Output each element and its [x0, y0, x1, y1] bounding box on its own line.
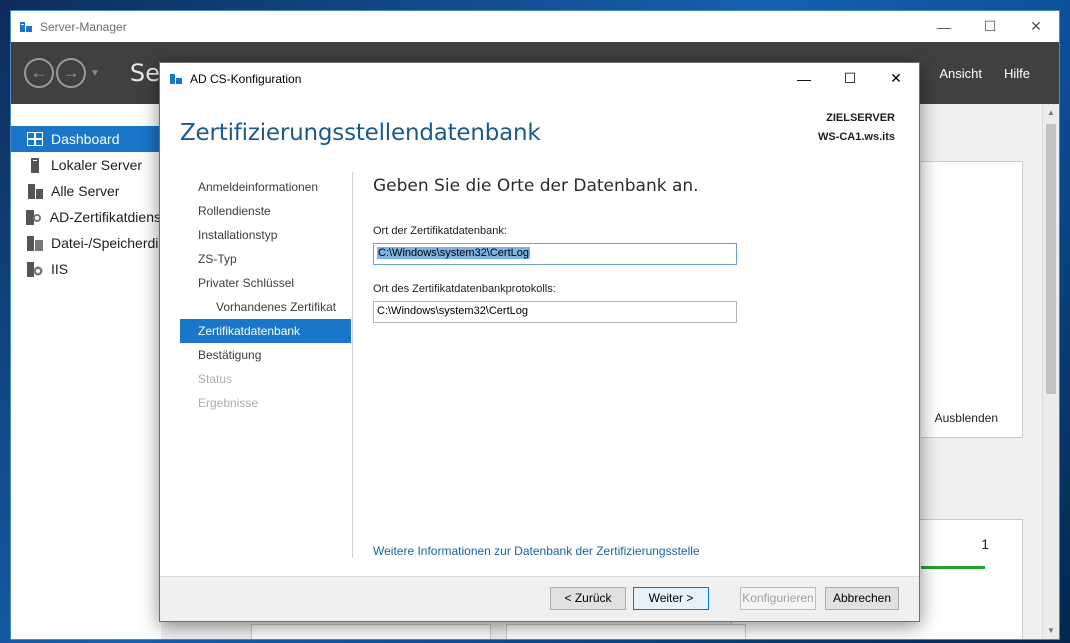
- step-confirmation[interactable]: Bestätigung: [180, 343, 351, 367]
- scroll-up-icon[interactable]: ▲: [1043, 104, 1059, 121]
- adcs-app-icon: [170, 73, 182, 84]
- sidebar-item-label: Lokaler Server: [51, 157, 143, 173]
- wizard-steps: Anmeldeinformationen Rollendienste Insta…: [180, 175, 351, 415]
- sidebar-item-label: IIS: [51, 261, 69, 277]
- step-ca-type[interactable]: ZS-Typ: [180, 247, 351, 271]
- database-location-label: Ort der Zertifikatdatenbank:: [373, 225, 507, 237]
- configure-button: Konfigurieren: [740, 587, 816, 610]
- scrollbar-thumb[interactable]: [1046, 124, 1056, 394]
- next-button[interactable]: Weiter >: [633, 587, 709, 610]
- sidebar-item-file-storage[interactable]: Datei-/Speicherdi: [11, 230, 161, 256]
- sidebar-item-label: Datei-/Speicherdi: [51, 235, 159, 251]
- step-role-services[interactable]: Rollendienste: [180, 199, 351, 223]
- section-heading: Geben Sie die Orte der Datenbank an.: [373, 176, 699, 196]
- sidebar-item-label: AD-Zertifikatdiens: [49, 209, 161, 225]
- vertical-scrollbar[interactable]: ▲ ▼: [1042, 104, 1059, 639]
- back-button[interactable]: < Zurück: [550, 587, 626, 610]
- more-info-link[interactable]: Weitere Informationen zur Datenbank der …: [373, 544, 700, 558]
- database-location-input[interactable]: C:\Windows\system32\CertLog: [373, 243, 737, 265]
- server-group-tile[interactable]: [506, 624, 746, 639]
- hide-welcome-link[interactable]: Ausblenden: [935, 411, 998, 425]
- log-location-input[interactable]: C:\Windows\system32\CertLog: [373, 301, 737, 323]
- maximize-button[interactable]: ☐: [967, 11, 1013, 42]
- step-private-key[interactable]: Privater Schlüssel: [180, 271, 351, 295]
- dashboard-icon: [26, 131, 44, 147]
- target-server-label: ZIELSERVER: [826, 112, 895, 124]
- welcome-panel: [921, 161, 1023, 438]
- scroll-down-icon[interactable]: ▼: [1043, 622, 1059, 639]
- log-location-value: C:\Windows\system32\CertLog: [377, 305, 528, 317]
- dialog-maximize-button[interactable]: ☐: [827, 63, 873, 94]
- step-progress: Status: [198, 372, 233, 386]
- step-setup-type[interactable]: Installationstyp: [180, 223, 351, 247]
- database-location-value: C:\Windows\system32\CertLog: [377, 247, 530, 259]
- back-nav-button[interactable]: ←: [24, 58, 54, 88]
- sidebar-item-label: Dashboard: [51, 131, 120, 147]
- step-results: Ergebnisse: [198, 396, 259, 410]
- tile-status-bar: [921, 566, 985, 569]
- cancel-button[interactable]: Abbrechen: [825, 587, 899, 610]
- page-title: Zertifizierungsstellendatenbank: [180, 120, 541, 146]
- server-icon: [26, 157, 44, 173]
- file-storage-icon: [26, 235, 44, 251]
- sidebar: Dashboard Lokaler Server Alle Server AD-…: [11, 104, 161, 639]
- tile-count: 1: [981, 536, 989, 552]
- steps-divider: [352, 172, 353, 558]
- close-button[interactable]: ✕: [1013, 11, 1059, 42]
- menu-view[interactable]: Ansicht: [928, 66, 993, 81]
- iis-icon: [26, 261, 44, 277]
- server-manager-titlebar: Server-Manager — ☐ ✕: [11, 11, 1059, 42]
- dialog-main: Zertifizierungsstellendatenbank ZIELSERV…: [160, 94, 919, 578]
- sidebar-item-all-servers[interactable]: Alle Server: [11, 178, 161, 204]
- forward-nav-button[interactable]: →: [56, 58, 86, 88]
- step-existing-certificate[interactable]: Vorhandenes Zertifikat: [180, 295, 351, 319]
- sidebar-item-dashboard[interactable]: Dashboard: [11, 126, 161, 152]
- dialog-title: AD CS-Konfiguration: [190, 71, 302, 86]
- menu-help[interactable]: Hilfe: [993, 66, 1041, 81]
- certificate-icon: [26, 209, 43, 225]
- step-certificate-database[interactable]: Zertifikatdatenbank: [180, 319, 351, 343]
- sidebar-item-iis[interactable]: IIS: [11, 256, 161, 282]
- sidebar-item-label: Alle Server: [51, 183, 120, 199]
- target-server-value: WS-CA1.ws.its: [817, 131, 895, 143]
- dialog-footer: < Zurück Weiter > Konfigurieren Abbreche…: [160, 576, 919, 621]
- servers-icon: [26, 183, 44, 199]
- dialog-close-button[interactable]: ✕: [873, 63, 919, 94]
- dialog-minimize-button[interactable]: —: [781, 63, 827, 94]
- sidebar-item-ad-cs[interactable]: AD-Zertifikatdiens: [11, 204, 161, 230]
- server-group-tile[interactable]: [251, 624, 491, 639]
- minimize-button[interactable]: —: [921, 11, 967, 42]
- sidebar-item-local-server[interactable]: Lokaler Server: [11, 152, 161, 178]
- step-credentials[interactable]: Anmeldeinformationen: [180, 175, 351, 199]
- server-manager-app-icon: [20, 21, 32, 32]
- adcs-config-dialog: AD CS-Konfiguration — ☐ ✕ Zertifizierung…: [159, 62, 920, 622]
- server-manager-title: Server-Manager: [40, 19, 127, 34]
- breadcrumb: Se: [129, 59, 160, 87]
- dialog-titlebar: AD CS-Konfiguration — ☐ ✕: [160, 63, 919, 94]
- log-location-label: Ort des Zertifikatdatenbankprotokolls:: [373, 283, 556, 295]
- history-dropdown-icon[interactable]: ▼: [90, 68, 100, 79]
